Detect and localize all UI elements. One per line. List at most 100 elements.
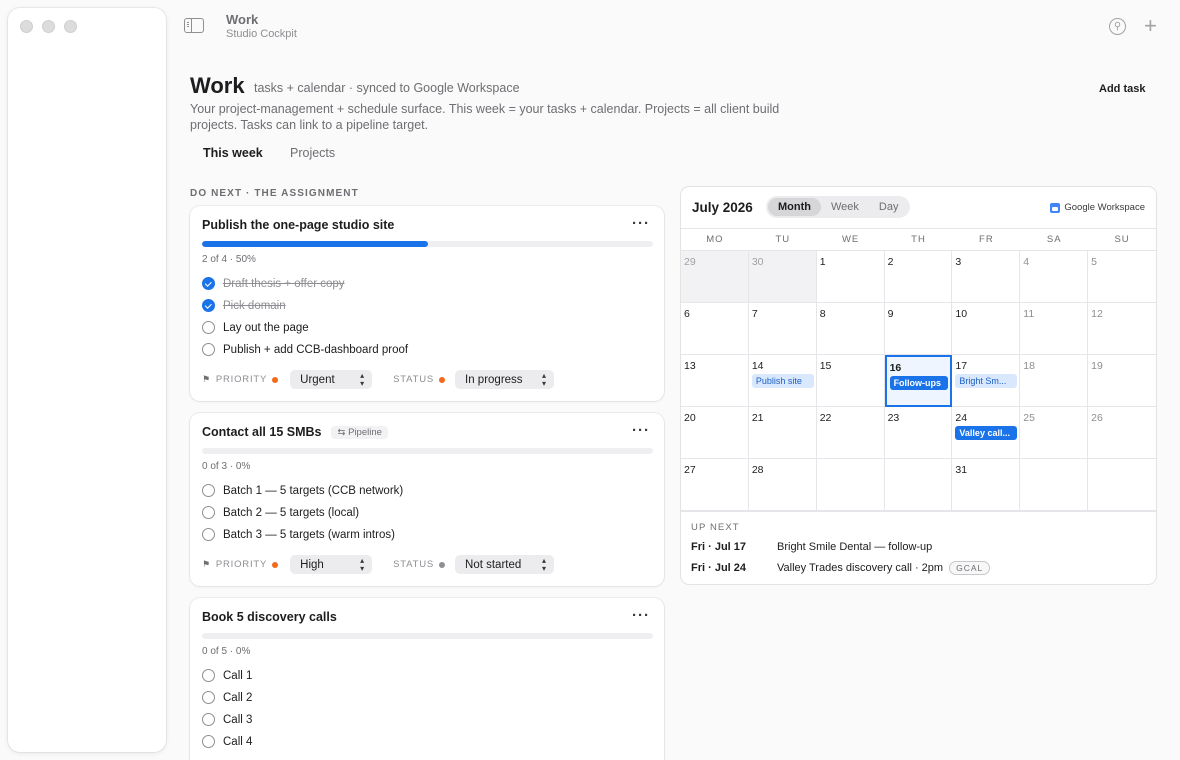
calendar-day-cell[interactable]: 20 (681, 407, 749, 459)
calendar-event[interactable]: Bright Sm... (955, 374, 1018, 388)
unchecked-checkbox-icon[interactable] (202, 669, 215, 682)
status-label: STATUS (393, 374, 435, 385)
calendar-day-cell[interactable]: 17 Bright Sm... (952, 355, 1021, 407)
calendar-day-cell[interactable]: 28 (748, 459, 817, 511)
calendar-day-cell[interactable]: 29 (681, 251, 749, 303)
weekday-label: FR (979, 234, 994, 245)
calendar-day-cell[interactable]: 7 (748, 303, 817, 355)
calendar-day-cell[interactable]: 23 (884, 407, 953, 459)
weekday-label: SA (1046, 234, 1062, 245)
unchecked-checkbox-icon[interactable] (202, 713, 215, 726)
task-meta-row: ⚑ PRIORITY Urgent ▴ ▾ STATUS In progress ▴ ▾ (202, 370, 555, 389)
calendar-day-cell[interactable]: 22 (816, 407, 885, 459)
tab-this-week[interactable]: This week (203, 146, 263, 160)
calendar-day-cell[interactable]: 27 (681, 459, 749, 511)
unchecked-checkbox-icon[interactable] (202, 506, 215, 519)
checklist-item[interactable]: Publish + add CCB-dashboard proof (202, 343, 408, 356)
calendar-day-cell[interactable]: 6 (681, 303, 749, 355)
calendar-day-cell[interactable]: 19 (1088, 355, 1156, 407)
calendar-event[interactable]: Valley call... (955, 426, 1018, 440)
calendar-day-cell[interactable]: 13 (681, 355, 749, 407)
view-month-button[interactable]: Month (768, 198, 821, 216)
unchecked-checkbox-icon[interactable] (202, 484, 215, 497)
checklist-item-label: Draft thesis + offer copy (223, 277, 345, 290)
calendar-day-cell[interactable]: 18 (1020, 355, 1089, 407)
up-next-item[interactable]: Fri · Jul 17 Bright Smile Dental — follo… (691, 541, 932, 553)
day-number: 29 (684, 256, 696, 268)
view-day-button[interactable]: Day (869, 198, 909, 216)
calendar-day-cell[interactable]: 4 (1020, 251, 1089, 303)
pin-icon[interactable]: ⚲ (1109, 18, 1126, 35)
calendar-day-cell[interactable]: 2 (884, 251, 953, 303)
priority-select[interactable]: Urgent ▴ ▾ (290, 370, 373, 389)
calendar-source[interactable]: Google Workspace (1050, 202, 1145, 213)
calendar-event[interactable]: Follow-ups (889, 376, 949, 390)
more-options-button[interactable]: ··· (632, 422, 650, 439)
day-number: 5 (1091, 256, 1097, 268)
calendar-day-cell[interactable]: 30 (748, 251, 817, 303)
minimize-window-button[interactable] (42, 20, 55, 33)
unchecked-checkbox-icon[interactable] (202, 343, 215, 356)
checklist-item[interactable]: Lay out the page (202, 321, 309, 334)
checklist-item[interactable]: Call 1 (202, 669, 252, 682)
status-select[interactable]: Not started ▴ ▾ (455, 555, 555, 574)
checklist-item[interactable]: Call 3 (202, 713, 252, 726)
plus-icon[interactable]: + (1144, 15, 1157, 37)
add-task-button[interactable]: Add task (1099, 83, 1145, 95)
calendar-day-cell[interactable] (1088, 459, 1156, 511)
calendar-day-cell[interactable]: 1 (816, 251, 885, 303)
gcal-badge: GCAL (949, 561, 991, 575)
calendar-event[interactable]: Publish site (751, 374, 814, 388)
unchecked-checkbox-icon[interactable] (202, 691, 215, 704)
checklist-item[interactable]: Pick domain (202, 299, 286, 312)
calendar-day-cell[interactable]: 26 (1088, 407, 1156, 459)
unchecked-checkbox-icon[interactable] (202, 528, 215, 541)
calendar-day-cell-today[interactable]: 16 Follow-ups (884, 355, 953, 407)
calendar-day-cell[interactable]: 11 (1020, 303, 1089, 355)
sidebar-toggle-icon[interactable] (184, 18, 204, 33)
day-number: 4 (1023, 256, 1030, 268)
task-meta-row: ⚑ PRIORITY High ▴ ▾ STATUS Not started ▴ ▾ (202, 555, 555, 574)
checklist-item[interactable]: Batch 3 — 5 targets (warm intros) (202, 528, 395, 541)
calendar-day-cell[interactable]: 3 (952, 251, 1021, 303)
calendar-day-cell[interactable] (884, 459, 953, 511)
status-dot (439, 561, 446, 568)
calendar-day-cell[interactable]: 12 (1088, 303, 1156, 355)
calendar-day-cell[interactable]: 8 (816, 303, 885, 355)
more-options-button[interactable]: ··· (632, 215, 650, 232)
calendar-day-cell[interactable] (1020, 459, 1089, 511)
checklist-item[interactable]: Batch 2 — 5 targets (local) (202, 506, 359, 519)
calendar-day-cell[interactable]: 10 (952, 303, 1021, 355)
calendar-day-cell[interactable]: 15 (816, 355, 885, 407)
tab-projects[interactable]: Projects (290, 146, 335, 160)
calendar-day-cell[interactable]: 24 Valley call... (952, 407, 1021, 459)
calendar-day-cell[interactable]: 9 (884, 303, 953, 355)
checklist-item[interactable]: Draft thesis + offer copy (202, 277, 345, 290)
day-number: 3 (955, 256, 962, 268)
checklist-item-label: Pick domain (223, 299, 286, 312)
page-tagline: tasks + calendar · synced to Google Work… (254, 81, 520, 95)
zoom-window-button[interactable] (64, 20, 77, 33)
checklist-item[interactable]: Call 2 (202, 691, 252, 704)
view-week-button[interactable]: Week (821, 198, 869, 216)
calendar-day-cell[interactable]: 25 (1020, 407, 1089, 459)
checked-checkbox-icon[interactable] (202, 299, 215, 312)
calendar-day-cell[interactable]: 21 (748, 407, 817, 459)
calendar-day-cell[interactable]: 14 Publish site (748, 355, 817, 407)
checklist-item[interactable]: Batch 1 — 5 targets (CCB network) (202, 484, 403, 497)
checked-checkbox-icon[interactable] (202, 277, 215, 290)
calendar-day-cell[interactable]: 31 (952, 459, 1021, 511)
pipeline-badge[interactable]: ⇆ Pipeline (331, 425, 388, 439)
up-next-item[interactable]: Fri · Jul 24 Valley Trades discovery cal… (691, 561, 991, 575)
status-select[interactable]: In progress ▴ ▾ (455, 370, 555, 389)
unchecked-checkbox-icon[interactable] (202, 321, 215, 334)
calendar-day-cell[interactable] (816, 459, 885, 511)
checklist-item[interactable]: Call 4 (202, 735, 252, 748)
calendar-day-cell[interactable]: 5 (1088, 251, 1156, 303)
unchecked-checkbox-icon[interactable] (202, 735, 215, 748)
priority-select[interactable]: High ▴ ▾ (290, 555, 373, 574)
day-number: 19 (1091, 360, 1103, 372)
checklist-item-label: Batch 3 — 5 targets (warm intros) (223, 528, 395, 541)
more-options-button[interactable]: ··· (632, 607, 650, 624)
close-window-button[interactable] (20, 20, 33, 33)
